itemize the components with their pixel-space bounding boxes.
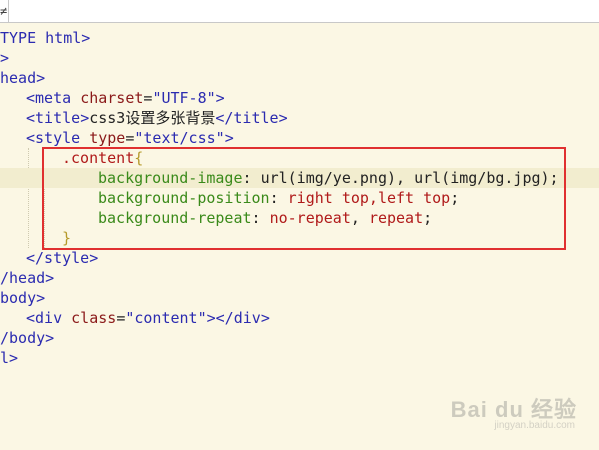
code-line-4: <meta charset="UTF-8">	[26, 89, 225, 107]
code-line-17: l>	[0, 349, 19, 367]
highlight-box	[42, 147, 566, 250]
code-line-15: <div class="content"></div>	[26, 309, 270, 327]
code-line-13: /head>	[0, 269, 55, 287]
code-line-1: TYPE html>	[0, 29, 91, 47]
code-line-16: /body>	[0, 329, 55, 347]
code-line-3: head>	[0, 69, 46, 87]
file-tab[interactable]: ≠	[0, 0, 9, 22]
code-line-2: >	[0, 49, 10, 67]
code-line-6: <style type="text/css">	[26, 129, 234, 147]
file-tab-label: ≠	[0, 4, 8, 18]
code-line-5: <title>css3设置多张背景</title>	[26, 109, 288, 127]
watermark: Bai du 经验 jingyan.baidu.com	[437, 390, 577, 440]
code-line-14: body>	[0, 289, 46, 307]
watermark-url: jingyan.baidu.com	[494, 420, 575, 431]
code-line-12: </style>	[26, 249, 99, 267]
editor-tab-bar: ≠	[0, 0, 599, 23]
